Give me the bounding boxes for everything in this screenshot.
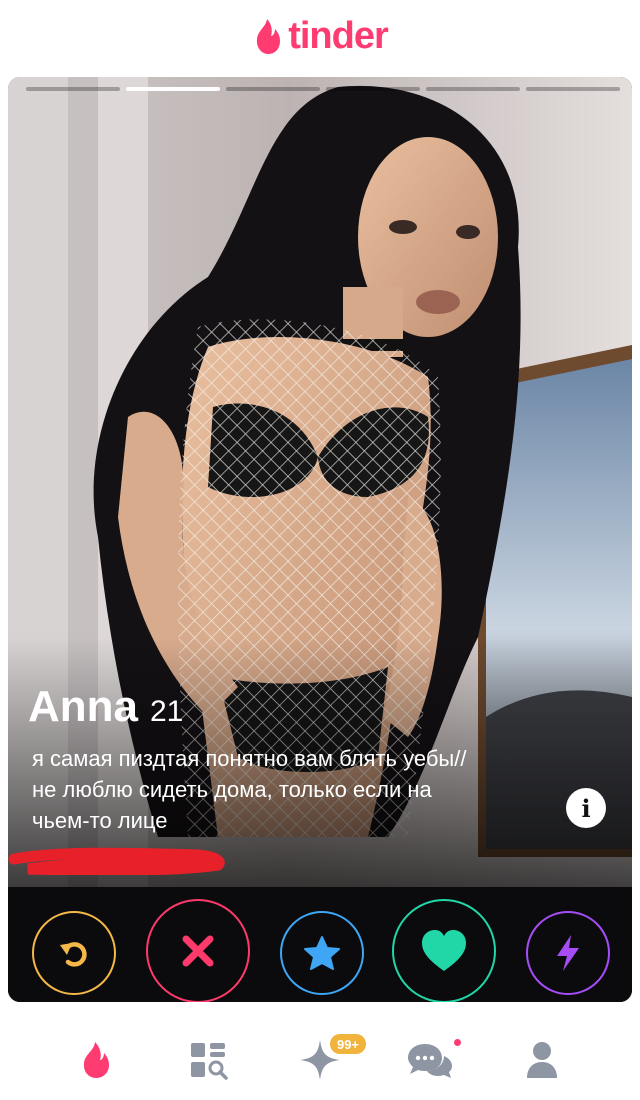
profile-name-row: Anna 21: [28, 682, 183, 732]
info-button[interactable]: i: [566, 788, 606, 828]
messages-notification-dot: [454, 1039, 461, 1046]
tinder-logo: tinder: [252, 14, 389, 58]
info-icon: i: [581, 793, 591, 823]
tab-explore[interactable]: [180, 1032, 236, 1088]
action-bar: [8, 887, 632, 1002]
lightning-icon: [557, 935, 579, 971]
bio-line: я самая пиздтая понятно вам блять уебы//: [32, 746, 467, 771]
redaction-scribble: [8, 847, 225, 875]
photo-progress-segment[interactable]: [526, 87, 620, 91]
bio-line: чьем-то лице: [32, 808, 168, 833]
rewind-icon: [60, 942, 87, 967]
like-button[interactable]: [392, 899, 496, 1002]
app-header: tinder: [0, 0, 640, 72]
bio-line: не люблю сидеть дома, только если на: [32, 777, 432, 802]
profile-bio: я самая пиздтая понятно вам блять уебы//…: [32, 743, 552, 836]
nope-button[interactable]: [146, 899, 250, 1002]
rewind-button[interactable]: [32, 911, 116, 995]
tab-messages[interactable]: [402, 1032, 458, 1088]
photo-progress-segment[interactable]: [226, 87, 320, 91]
super-like-button[interactable]: [280, 911, 364, 995]
close-icon: [182, 935, 214, 967]
heart-icon: [422, 930, 466, 971]
bottom-tab-bar: 99+: [0, 1018, 640, 1100]
photo-progress: [26, 87, 620, 91]
flame-logo-icon: [257, 19, 281, 54]
profile-card[interactable]: Anna 21 я самая пиздтая понятно вам блят…: [8, 77, 632, 1002]
photo-progress-segment[interactable]: [26, 87, 120, 91]
star-icon: [304, 936, 340, 970]
flame-icon: [83, 1042, 109, 1078]
tab-discover[interactable]: [68, 1032, 124, 1088]
photo-progress-segment[interactable]: [326, 87, 420, 91]
profile-age: 21: [150, 695, 184, 728]
profile-name: Anna: [28, 682, 138, 731]
tab-profile[interactable]: [514, 1032, 570, 1088]
photo-progress-segment[interactable]: [126, 87, 220, 91]
profile-icon: [527, 1042, 557, 1078]
explore-icon: [191, 1043, 228, 1080]
likes-count-badge: 99+: [330, 1034, 366, 1054]
chat-icon: [408, 1044, 452, 1078]
logo-text: tinder: [288, 14, 389, 57]
photo-progress-segment[interactable]: [426, 87, 520, 91]
boost-button[interactable]: [526, 911, 610, 995]
